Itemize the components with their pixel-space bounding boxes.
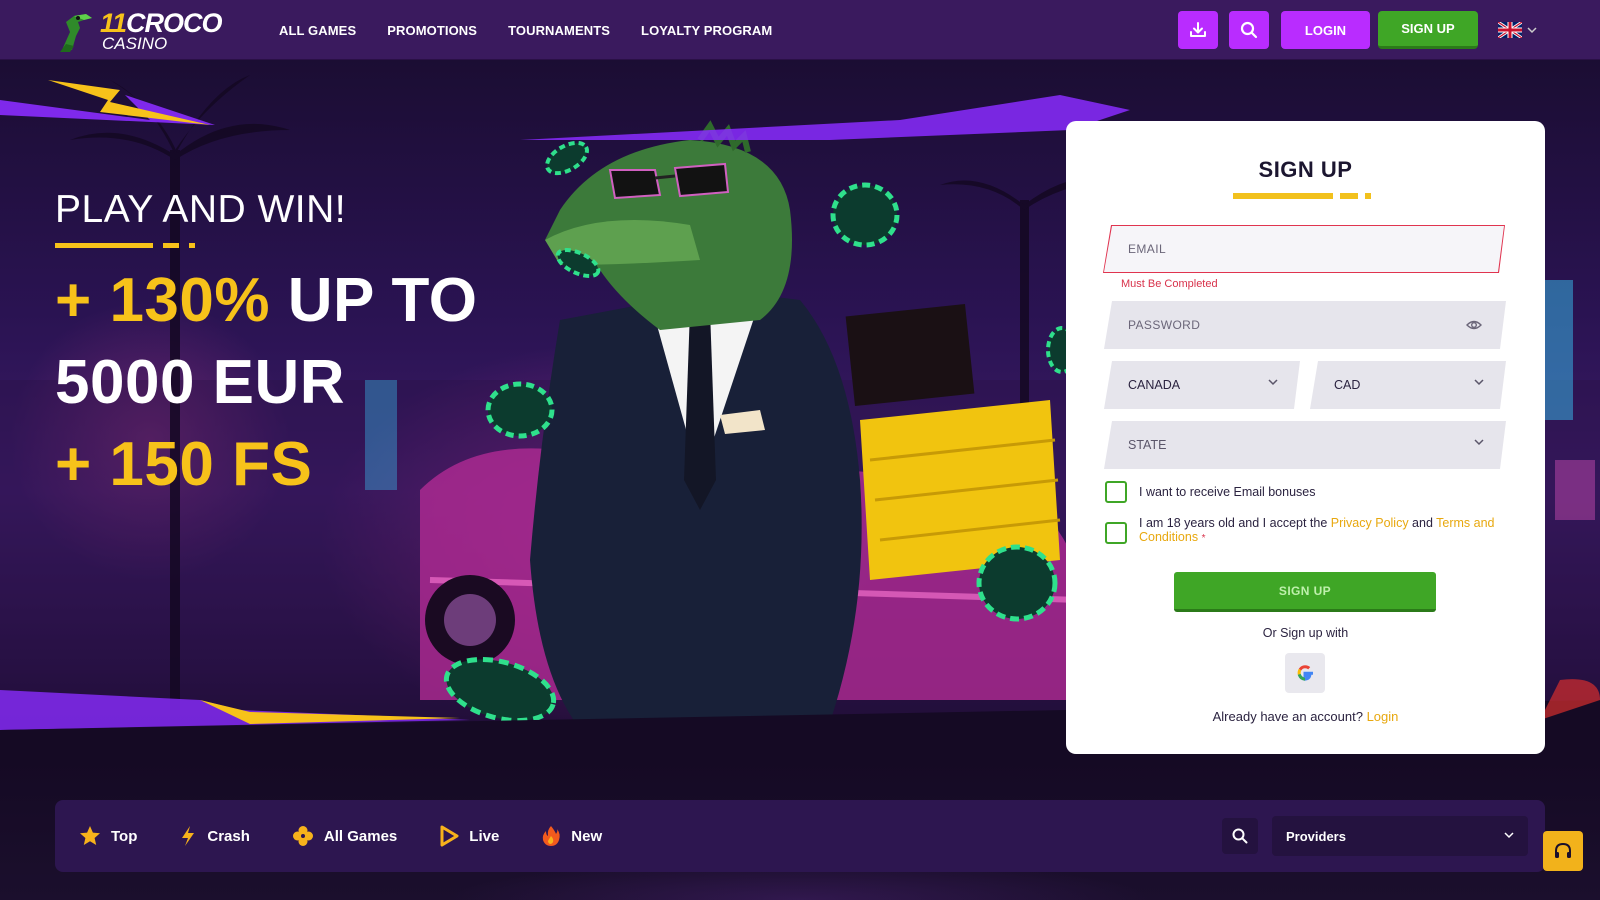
search-icon — [1240, 21, 1258, 39]
category-live[interactable]: Live — [439, 825, 499, 847]
login-link[interactable]: Login — [1367, 709, 1399, 724]
category-all-games[interactable]: All Games — [292, 825, 397, 847]
offer-percent: 130% — [109, 266, 271, 335]
chevron-down-icon — [1268, 377, 1278, 387]
chevron-down-icon — [1474, 377, 1484, 387]
email-field[interactable] — [1104, 226, 1504, 272]
state-select[interactable]: STATE — [1104, 421, 1506, 469]
main-nav: ALL GAMES PROMOTIONS TOURNAMENTS LOYALTY… — [279, 0, 803, 60]
already-text: Already have an account? — [1212, 709, 1367, 724]
currency-select[interactable]: CAD — [1310, 361, 1506, 409]
category-label: New — [571, 827, 603, 845]
header-signup-button[interactable]: SIGN UP — [1378, 11, 1478, 49]
play-icon — [440, 825, 459, 847]
category-label: Crash — [207, 827, 250, 845]
terms-checkbox[interactable] — [1105, 522, 1127, 544]
terms-prefix: I am 18 years old and I accept the — [1139, 516, 1331, 530]
terms-label: I am 18 years old and I accept the Priva… — [1139, 516, 1505, 546]
search-icon — [1232, 828, 1248, 844]
game-category-bar: Top Crash All Games Live New Providers — [55, 800, 1545, 872]
nav-all-games[interactable]: ALL GAMES — [279, 23, 356, 38]
google-signup-button[interactable] — [1285, 653, 1325, 693]
uk-flag-icon — [1498, 22, 1522, 38]
providers-label: Providers — [1286, 828, 1346, 844]
country-select[interactable]: CANADA — [1104, 361, 1300, 409]
nav-loyalty-program[interactable]: LOYALTY PROGRAM — [641, 23, 772, 38]
password-field[interactable] — [1104, 301, 1506, 349]
eye-icon[interactable] — [1466, 317, 1482, 333]
privacy-policy-link[interactable]: Privacy Policy — [1331, 516, 1409, 530]
category-label: Live — [469, 827, 500, 845]
category-new[interactable]: New — [541, 825, 602, 847]
header-search-button[interactable] — [1229, 11, 1269, 49]
nav-promotions[interactable]: PROMOTIONS — [387, 23, 477, 38]
lightning-icon — [182, 826, 195, 846]
hero-heading-underline — [55, 243, 477, 248]
alt-signup-text: Or Sign up with — [1262, 626, 1349, 640]
support-chat-button[interactable] — [1543, 831, 1583, 871]
clover-icon — [292, 826, 313, 846]
email-bonus-option: I want to receive Email bonuses — [1105, 481, 1315, 503]
category-label: All Games — [323, 827, 398, 845]
chevron-down-icon — [1504, 832, 1514, 839]
email-field-border — [1103, 225, 1505, 273]
hero-promo: PLAY AND WIN! + 130% UP TO 5000 EUR + 15… — [55, 190, 477, 496]
password-input[interactable] — [1128, 318, 1506, 332]
language-selector[interactable] — [1498, 21, 1537, 39]
download-app-button[interactable] — [1178, 11, 1218, 49]
terms-and: and — [1408, 516, 1437, 530]
email-error-message: Must Be Completed — [1121, 278, 1218, 290]
offer-bonus-line: + 130% UP TO — [55, 270, 477, 332]
currency-value: CAD — [1334, 378, 1361, 392]
download-icon — [1190, 22, 1206, 37]
google-icon — [1297, 665, 1313, 681]
chevron-down-icon — [1527, 27, 1537, 34]
offer-amount: 5000 EUR — [55, 348, 346, 417]
required-mark: * — [1201, 533, 1206, 544]
signup-submit-button[interactable]: SIGN UP — [1174, 572, 1436, 612]
offer-free-spins: + 150 FS — [55, 430, 313, 499]
site-logo[interactable]: 11CROCO CASINO — [56, 8, 236, 54]
category-top[interactable]: Top — [79, 825, 137, 847]
headset-icon — [1555, 842, 1571, 858]
signup-form: SIGN UP Must Be Completed CANADA CAD STA… — [1066, 121, 1545, 754]
top-header: 11CROCO CASINO ALL GAMES PROMOTIONS TOUR… — [0, 0, 1600, 60]
offer-plus: + — [55, 266, 110, 335]
login-button[interactable]: LOGIN — [1281, 11, 1370, 49]
country-value: CANADA — [1128, 378, 1181, 392]
providers-select[interactable]: Providers — [1272, 816, 1528, 856]
category-label: Top — [111, 827, 138, 845]
category-crash[interactable]: Crash — [179, 825, 250, 847]
state-placeholder: STATE — [1128, 438, 1167, 452]
offer-up-to: UP TO — [270, 266, 478, 335]
nav-tournaments[interactable]: TOURNAMENTS — [508, 23, 610, 38]
star-icon — [80, 826, 100, 845]
crocodile-logo-icon — [56, 10, 96, 52]
signup-title-underline — [1233, 193, 1378, 199]
chevron-down-icon — [1474, 437, 1484, 447]
email-input[interactable] — [1128, 242, 1504, 256]
game-search-button[interactable] — [1222, 818, 1258, 854]
signup-title: SIGN UP — [1258, 157, 1353, 182]
already-have-account: Already have an account? Login — [1066, 709, 1545, 724]
fire-icon — [543, 826, 560, 846]
hero-heading: PLAY AND WIN! — [55, 188, 347, 231]
email-bonus-checkbox[interactable] — [1105, 481, 1127, 503]
terms-option: I am 18 years old and I accept the Priva… — [1105, 516, 1505, 546]
email-bonus-label: I want to receive Email bonuses — [1139, 485, 1316, 499]
